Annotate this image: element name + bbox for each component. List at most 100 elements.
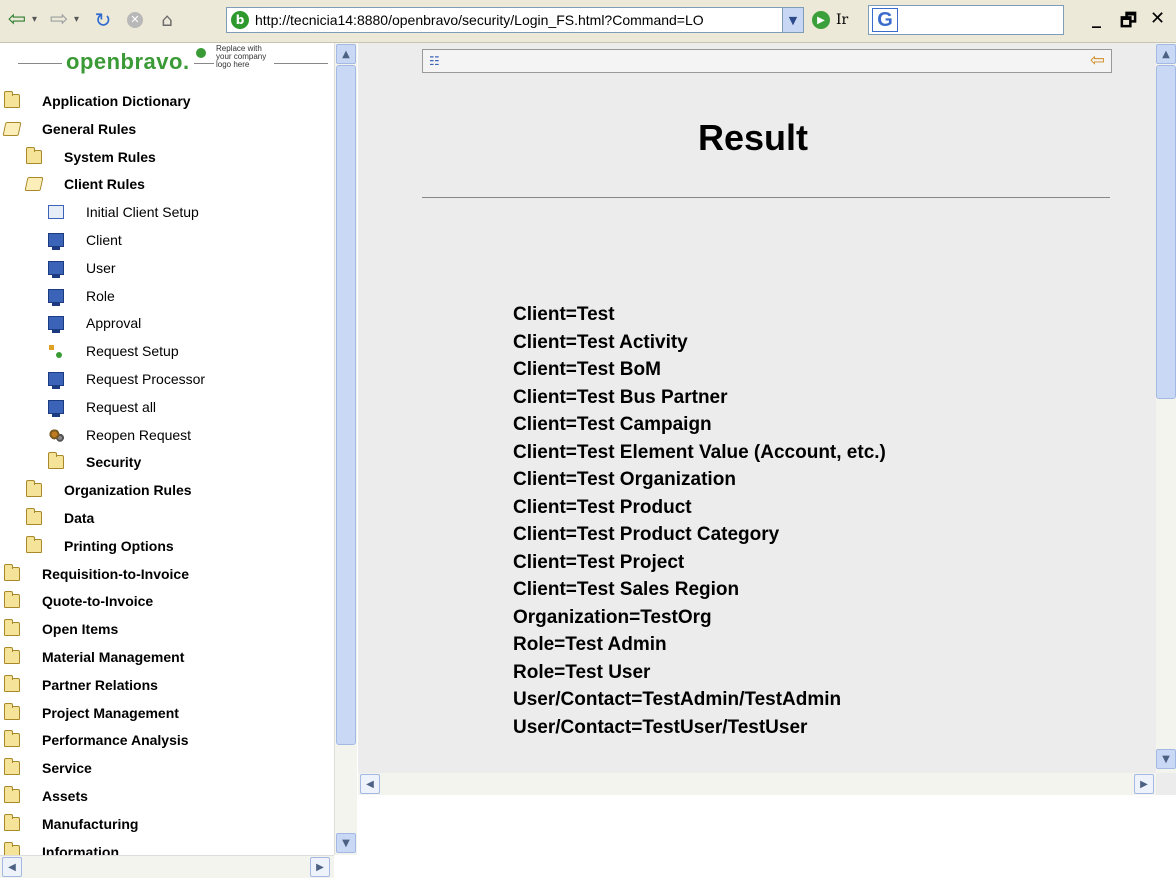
- google-search-box[interactable]: G: [868, 5, 1064, 35]
- folder-icon: [26, 508, 42, 525]
- title-divider: [422, 197, 1110, 198]
- scroll-right-icon[interactable]: ▶: [310, 857, 330, 877]
- stop-button[interactable]: ✕: [122, 7, 148, 33]
- folder-icon: [4, 702, 20, 720]
- menu-item-data[interactable]: Data: [26, 508, 94, 528]
- content-vertical-scrollbar[interactable]: ▲ ▼: [1156, 43, 1176, 773]
- menu-item-label: Client Rules: [64, 176, 145, 193]
- menu-item-request-processor[interactable]: Request Processor: [48, 369, 205, 389]
- menu-item-performance-analysis[interactable]: Performance Analysis: [4, 730, 189, 750]
- menu-item-role[interactable]: Role: [48, 286, 115, 306]
- menu-item-label: System Rules: [64, 148, 156, 165]
- menu-item-manufacturing[interactable]: Manufacturing: [4, 813, 138, 834]
- content-scroll-thumb[interactable]: [1156, 65, 1176, 399]
- menu-item-material-management[interactable]: Material Management: [4, 647, 184, 667]
- back-arrow-icon: ⇦: [7, 7, 27, 32]
- menu-item-general-rules[interactable]: General Rules: [2, 119, 137, 139]
- menu-item-security[interactable]: Security: [48, 452, 141, 472]
- go-label: Ir: [836, 12, 849, 28]
- result-item: Role=Test User: [513, 661, 651, 683]
- scroll-left-icon[interactable]: ◀: [2, 857, 22, 877]
- menu-item-service[interactable]: Service: [4, 758, 92, 778]
- menu-item-request-all[interactable]: Request all: [48, 397, 156, 417]
- window-icon: [48, 316, 64, 334]
- menu-item-label: Performance Analysis: [42, 732, 189, 749]
- menu-item-label: Reopen Request: [86, 426, 192, 443]
- reload-button[interactable]: ↻: [90, 7, 116, 33]
- menu-item-request-setup[interactable]: Request Setup: [48, 341, 179, 361]
- address-bar[interactable]: b http://tecnicia14:8880/openbravo/secur…: [226, 7, 804, 33]
- folder-icon: [4, 758, 20, 776]
- menu-item-partner-relations[interactable]: Partner Relations: [4, 674, 158, 695]
- content-scroll-right-icon[interactable]: ▶: [1134, 774, 1154, 794]
- menu-item-label: General Rules: [42, 120, 137, 137]
- menu-item-project-management[interactable]: Project Management: [4, 702, 179, 723]
- window-icon: [48, 372, 64, 389]
- result-item: Organization=TestOrg: [513, 606, 712, 628]
- window-icon: [48, 233, 64, 250]
- menu-item-label: Request Setup: [86, 343, 179, 360]
- home-button[interactable]: ⌂: [154, 7, 180, 33]
- address-text[interactable]: http://tecnicia14:8880/openbravo/securit…: [255, 12, 704, 28]
- restore-button[interactable]: 🗗: [1120, 8, 1137, 38]
- back-button[interactable]: ⇦: [4, 7, 30, 33]
- folder-icon: [4, 563, 20, 581]
- minimize-button[interactable]: _: [1092, 8, 1101, 29]
- menu-item-initial-client-setup[interactable]: Initial Client Setup: [48, 202, 199, 222]
- menu-scroll-thumb[interactable]: [336, 65, 356, 745]
- back-dropdown-icon[interactable]: ▾: [32, 14, 37, 25]
- form-icon: [48, 205, 64, 220]
- content-scroll-up-icon[interactable]: ▲: [1156, 44, 1176, 64]
- menu-item-quote-to-invoice[interactable]: Quote-to-Invoice: [4, 591, 153, 611]
- menu-item-system-rules[interactable]: System Rules: [26, 146, 156, 167]
- menu-item-approval[interactable]: Approval: [48, 313, 141, 334]
- forward-arrow-icon: ⇨: [49, 7, 69, 32]
- result-item: Client=Test Element Value (Account, etc.…: [513, 441, 886, 463]
- menu-vertical-scrollbar[interactable]: ▲ ▼: [334, 43, 357, 855]
- reload-icon: ↻: [94, 8, 112, 32]
- result-item: Client=Test Product Category: [513, 524, 780, 545]
- forward-dropdown-icon[interactable]: ▾: [74, 14, 79, 25]
- menu-item-label: Project Management: [42, 704, 179, 721]
- openbravo-logo: openbravo.: [62, 49, 194, 75]
- go-button[interactable]: ▶ Ir: [812, 8, 848, 32]
- address-dropdown-icon[interactable]: ▼: [782, 8, 803, 32]
- menu-item-client[interactable]: Client: [48, 230, 122, 250]
- menu-item-user[interactable]: User: [48, 258, 116, 278]
- menu-item-label: Organization Rules: [64, 482, 192, 499]
- folder-open-icon: [2, 121, 22, 136]
- google-icon[interactable]: G: [872, 8, 898, 32]
- content-scroll-down-icon[interactable]: ▼: [1156, 749, 1176, 769]
- result-item: User/Contact=TestUser/TestUser: [513, 716, 808, 738]
- folder-icon: [48, 452, 64, 470]
- content-horizontal-scrollbar[interactable]: ◀ ▶: [358, 773, 1156, 795]
- menu-item-reopen-request[interactable]: Reopen Request: [48, 425, 191, 445]
- menu-item-assets[interactable]: Assets: [4, 786, 88, 806]
- result-item: Client=Test BoM: [513, 359, 661, 380]
- home-icon: ⌂: [161, 9, 173, 31]
- menu-item-label: Initial Client Setup: [86, 204, 199, 221]
- scroll-down-icon[interactable]: ▼: [336, 833, 356, 853]
- menu-item-organization-rules[interactable]: Organization Rules: [26, 480, 192, 500]
- scroll-up-icon[interactable]: ▲: [336, 44, 356, 64]
- content-scroll-left-icon[interactable]: ◀: [360, 774, 380, 794]
- menu-item-label: Role: [86, 287, 115, 304]
- menu-item-printing-options[interactable]: Printing Options: [26, 535, 174, 556]
- menu-item-label: User: [86, 259, 116, 276]
- go-icon: ▶: [812, 11, 830, 29]
- tree-icon: [48, 344, 64, 359]
- menu-item-client-rules[interactable]: Client Rules: [24, 174, 145, 194]
- result-item: User/Contact=TestAdmin/TestAdmin: [513, 689, 842, 710]
- close-button[interactable]: ✕: [1150, 8, 1165, 29]
- menu-item-label: Security: [86, 454, 142, 471]
- menu-item-application-dictionary[interactable]: Application Dictionary: [4, 91, 191, 111]
- menu-item-requisition-to-invoice[interactable]: Requisition-to-Invoice: [4, 563, 189, 584]
- forward-button[interactable]: ⇨: [46, 7, 72, 33]
- menu-item-label: Requisition-to-Invoice: [42, 565, 189, 582]
- content-toolbar: ☷ ⇦: [422, 49, 1112, 73]
- back-arrow-icon[interactable]: ⇦: [1090, 51, 1105, 71]
- menu-item-open-items[interactable]: Open Items: [4, 619, 118, 639]
- menu-horizontal-scrollbar[interactable]: ◀ ▶: [0, 855, 334, 878]
- menu-item-label: Assets: [42, 788, 88, 804]
- tree-toggle-icon[interactable]: ☷: [429, 54, 443, 68]
